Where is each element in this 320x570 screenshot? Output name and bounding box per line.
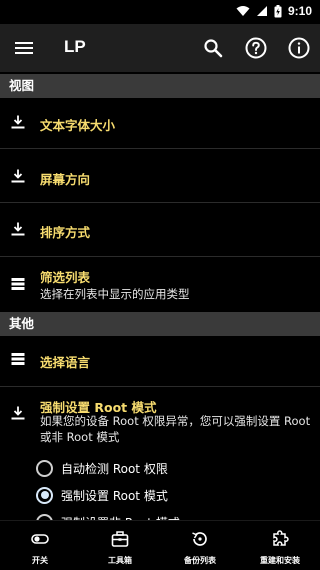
- download-icon: [11, 169, 25, 183]
- radio-auto-detect-root[interactable]: 自动检测 Root 权限: [36, 457, 168, 479]
- nav-label: 开关: [32, 556, 48, 565]
- setting-title: 文本字体大小: [40, 118, 116, 133]
- battery-icon: [274, 4, 282, 17]
- radio-button[interactable]: [36, 486, 53, 504]
- status-bar: 9:10: [0, 0, 320, 24]
- search-icon[interactable]: [201, 36, 225, 60]
- download-icon: [11, 406, 25, 420]
- radio-force-root[interactable]: 强制设置 Root 模式: [36, 484, 168, 506]
- nav-label: 工具箱: [108, 556, 132, 565]
- setting-sort-order[interactable]: 排序方式: [0, 203, 320, 256]
- puzzle-icon: [273, 530, 289, 546]
- toolbox-icon: [111, 531, 129, 547]
- toggle-icon: [31, 534, 49, 544]
- setting-text-size[interactable]: 文本字体大小: [0, 98, 320, 148]
- app-bar: LP: [0, 24, 320, 72]
- nav-item-rebuild-install[interactable]: 重建和安装: [240, 521, 320, 570]
- setting-filter-list[interactable]: 筛选列表 选择在列表中显示的应用类型: [0, 257, 320, 312]
- list-icon: [11, 353, 25, 365]
- backup-icon: [192, 532, 207, 546]
- nav-label: 备份列表: [184, 556, 216, 565]
- radio-button[interactable]: [36, 459, 53, 477]
- bottom-navigation: 开关 工具箱 备份列表 重建和安装: [0, 520, 320, 570]
- radio-label: 强制设置 Root 模式: [61, 488, 168, 503]
- setting-subtitle: 选择在列表中显示的应用类型: [40, 287, 190, 301]
- app-title: LP: [64, 37, 86, 56]
- radio-label: 自动检测 Root 权限: [61, 461, 168, 476]
- setting-title: 选择语言: [40, 355, 91, 370]
- menu-icon[interactable]: [12, 36, 36, 60]
- download-icon: [11, 115, 25, 129]
- setting-language[interactable]: 选择语言: [0, 336, 320, 386]
- help-icon[interactable]: [244, 36, 268, 60]
- section-header-other: 其他: [0, 312, 320, 336]
- setting-title: 排序方式: [40, 225, 91, 240]
- wifi-icon: [236, 6, 250, 16]
- nav-label: 重建和安装: [260, 556, 300, 565]
- setting-title: 筛选列表: [40, 270, 91, 285]
- setting-force-root-mode[interactable]: 强制设置 Root 模式 如果您的设备 Root 权限异常，您可以强制设置 Ro…: [0, 387, 320, 531]
- setting-subtitle: 如果您的设备 Root 权限异常，您可以强制设置 Root 或非 Root 模式: [40, 414, 311, 444]
- status-time: 9:10: [287, 4, 312, 18]
- nav-item-backup-list[interactable]: 备份列表: [160, 521, 240, 570]
- list-icon: [11, 278, 25, 290]
- setting-title: 屏幕方向: [40, 172, 91, 187]
- signal-icon: [256, 6, 267, 16]
- info-icon[interactable]: [287, 36, 311, 60]
- nav-item-switch[interactable]: 开关: [0, 521, 80, 570]
- nav-item-toolbox[interactable]: 工具箱: [80, 521, 160, 570]
- download-icon: [11, 222, 25, 236]
- setting-screen-orientation[interactable]: 屏幕方向: [0, 149, 320, 202]
- section-header-view: 视图: [0, 74, 320, 98]
